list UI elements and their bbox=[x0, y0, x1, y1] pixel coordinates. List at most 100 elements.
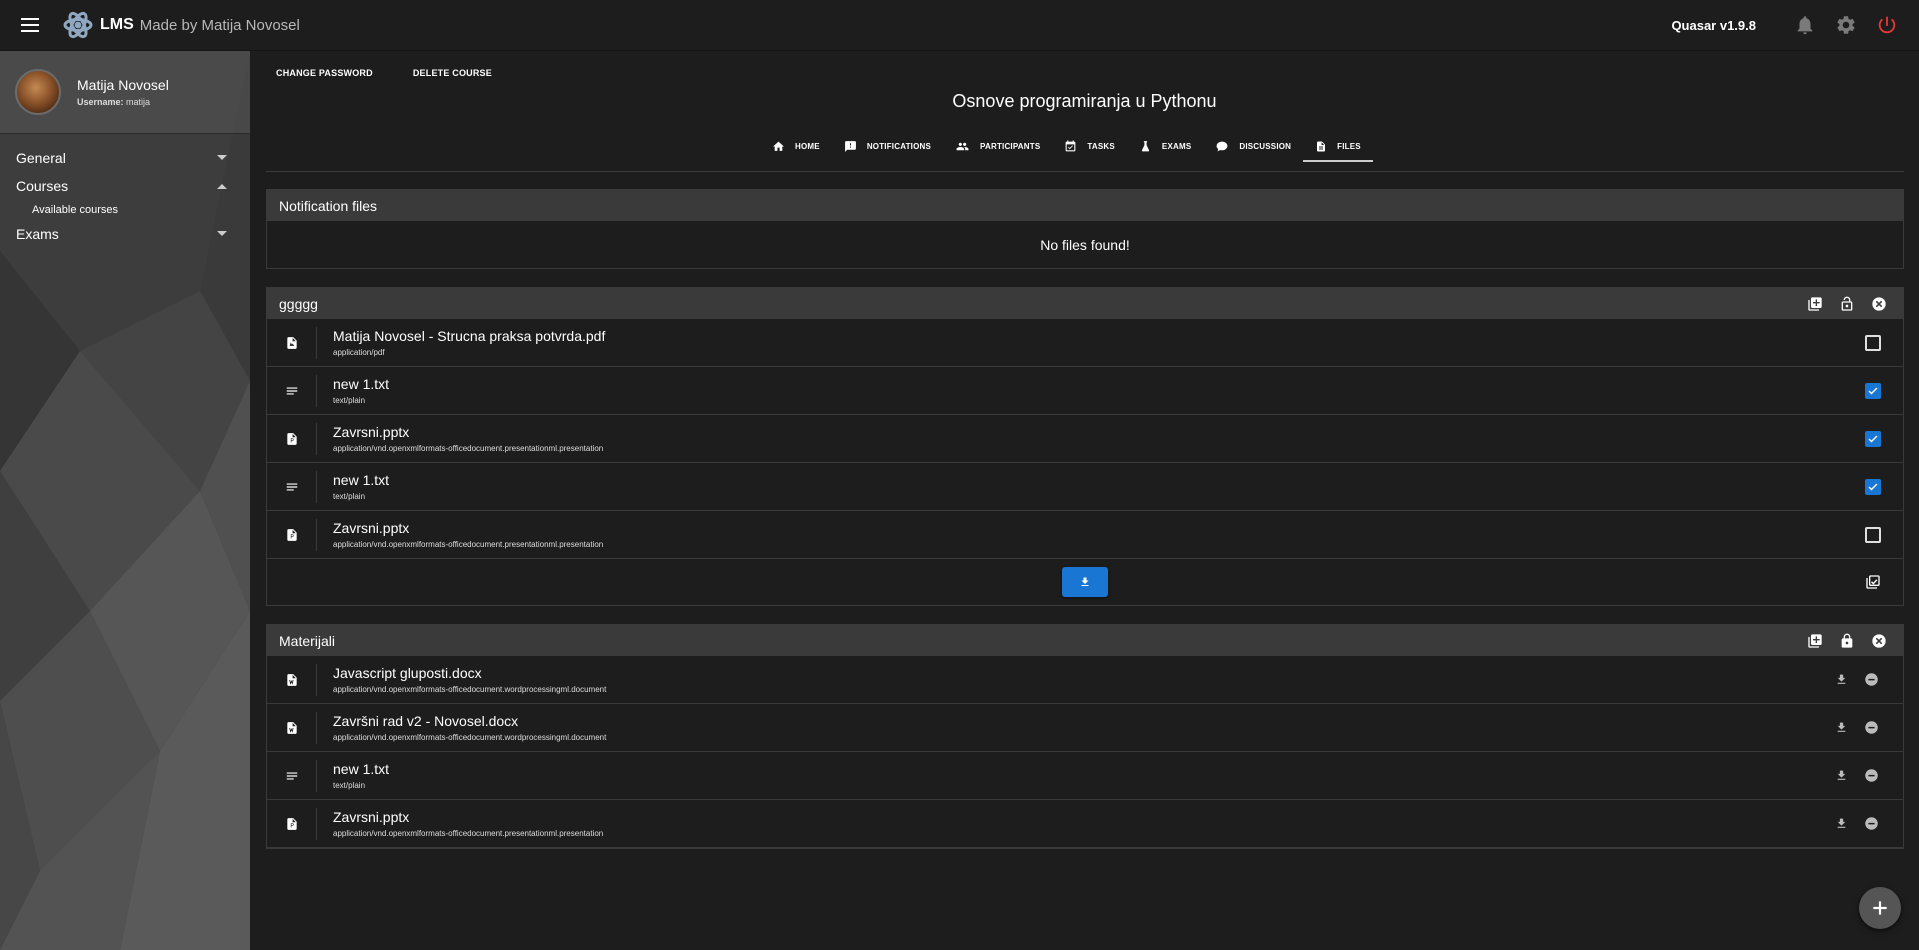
sidebar-item-label: Exams bbox=[16, 226, 59, 242]
plus-icon bbox=[1873, 901, 1887, 915]
flask-icon bbox=[1141, 140, 1149, 151]
caret-up-icon bbox=[217, 184, 227, 189]
people-icon bbox=[956, 142, 969, 150]
username-value: matija bbox=[126, 97, 151, 107]
tab-label: FILES bbox=[1337, 141, 1361, 151]
card-header: Notification files bbox=[267, 190, 1903, 221]
power-icon[interactable] bbox=[1875, 13, 1899, 37]
empty-message: No files found! bbox=[1040, 236, 1130, 253]
tab-label: EXAMS bbox=[1161, 141, 1192, 151]
add-files-icon[interactable] bbox=[1805, 631, 1825, 651]
tab-notifications[interactable]: NOTIFICATIONS bbox=[832, 130, 943, 162]
download-icon[interactable] bbox=[1831, 670, 1851, 690]
home-icon bbox=[773, 141, 784, 151]
sidebar-item-available-courses[interactable]: Available courses bbox=[0, 200, 250, 220]
add-files-icon[interactable] bbox=[1805, 294, 1825, 314]
tab-participants[interactable]: PARTICIPANTS bbox=[943, 130, 1052, 162]
file-mime: text/plain bbox=[333, 492, 366, 501]
file-checkbox[interactable] bbox=[1865, 430, 1881, 447]
text-lines-icon bbox=[286, 772, 297, 779]
download-icon[interactable] bbox=[1831, 814, 1851, 834]
tab-label: TASKS bbox=[1087, 141, 1115, 151]
remove-circle-icon[interactable] bbox=[1861, 718, 1881, 738]
app-title: LMS bbox=[100, 16, 134, 33]
event-available-icon bbox=[1066, 140, 1076, 151]
sidebar-nav: General Courses Available courses Exams bbox=[0, 134, 250, 248]
file-checkbox[interactable] bbox=[1865, 382, 1881, 399]
text-lines-icon bbox=[286, 483, 297, 490]
file-row[interactable]: Zavrsni.pptx application/vnd.openxmlforma… bbox=[267, 415, 1903, 463]
tab-files[interactable]: FILES bbox=[1303, 130, 1373, 162]
file-mime: application/pdf bbox=[333, 348, 385, 357]
file-mime: text/plain bbox=[333, 781, 366, 790]
tab-label: NOTIFICATIONS bbox=[866, 141, 932, 151]
folder-card-materijali: Materijali Javascript gluposti.docx appli… bbox=[266, 624, 1904, 849]
folder-title: Materijali bbox=[279, 632, 336, 649]
file-name: Zavrsni.pptx bbox=[333, 809, 410, 825]
delete-course-button[interactable]: DELETE COURSE bbox=[403, 62, 502, 84]
user-profile: Matija Novosel Username: matija bbox=[0, 51, 250, 134]
file-checkbox[interactable] bbox=[1865, 334, 1881, 351]
tab-discussion[interactable]: DISCUSSION bbox=[1203, 130, 1303, 162]
file-row[interactable]: Javascript gluposti.docx application/vnd.… bbox=[267, 656, 1903, 704]
folder-title: ggggg bbox=[279, 295, 318, 312]
pptx-file-icon bbox=[286, 817, 297, 830]
file-mime: text/plain bbox=[333, 396, 366, 405]
bell-icon[interactable] bbox=[1793, 13, 1817, 37]
pdf-file-icon bbox=[286, 336, 297, 349]
remove-circle-icon[interactable] bbox=[1861, 814, 1881, 834]
file-checkbox[interactable] bbox=[1865, 526, 1881, 543]
sidebar-item-label: Courses bbox=[16, 178, 69, 194]
change-password-button[interactable]: CHANGE PASSWORD bbox=[266, 62, 383, 84]
file-row[interactable]: Zavrsni.pptx application/vnd.openxmlforma… bbox=[267, 511, 1903, 559]
tab-exams[interactable]: EXAMS bbox=[1127, 130, 1203, 162]
tab-home[interactable]: HOME bbox=[760, 130, 832, 162]
menu-icon[interactable] bbox=[15, 10, 45, 40]
lock-open-icon[interactable] bbox=[1837, 294, 1857, 314]
pptx-file-icon bbox=[286, 432, 297, 445]
sidebar-item-exams[interactable]: Exams bbox=[0, 220, 250, 248]
download-icon[interactable] bbox=[1831, 766, 1851, 786]
tab-label: DISCUSSION bbox=[1239, 141, 1292, 151]
remove-circle-icon[interactable] bbox=[1861, 670, 1881, 690]
user-name: Matija Novosel bbox=[77, 77, 169, 93]
check-icon bbox=[1868, 482, 1878, 491]
sidebar-item-general[interactable]: General bbox=[0, 144, 250, 172]
gear-icon[interactable] bbox=[1834, 13, 1858, 37]
close-circle-icon[interactable] bbox=[1869, 631, 1889, 651]
file-name: Završni rad v2 - Novosel.docx bbox=[333, 713, 519, 729]
tab-tasks[interactable]: TASKS bbox=[1052, 130, 1127, 162]
close-circle-icon[interactable] bbox=[1869, 294, 1889, 314]
pptx-file-icon bbox=[286, 528, 297, 541]
file-row[interactable]: Matija Novosel - Strucna praksa potvrda.… bbox=[267, 319, 1903, 367]
file-mime: application/vnd.openxmlformats-officedoc… bbox=[333, 444, 604, 453]
sidebar-item-label: General bbox=[16, 150, 66, 166]
add-folder-fab[interactable] bbox=[1859, 887, 1901, 929]
select-all-icon[interactable] bbox=[1863, 572, 1883, 592]
caret-down-icon bbox=[217, 155, 227, 160]
file-row[interactable]: new 1.txt text/plain bbox=[267, 752, 1903, 800]
file-icon bbox=[1317, 141, 1326, 151]
sidebar-item-courses[interactable]: Courses bbox=[0, 172, 250, 200]
file-name: Matija Novosel - Strucna praksa potvrda.… bbox=[333, 328, 606, 344]
file-row[interactable]: Završni rad v2 - Novosel.docx application… bbox=[267, 704, 1903, 752]
forum-icon bbox=[1216, 141, 1228, 151]
download-icon bbox=[1081, 577, 1089, 586]
docx-file-icon bbox=[286, 673, 297, 686]
feedback-icon bbox=[844, 140, 856, 152]
remove-circle-icon[interactable] bbox=[1861, 766, 1881, 786]
avatar bbox=[15, 69, 61, 115]
card-header: Materijali bbox=[267, 625, 1903, 656]
card-title: Notification files bbox=[279, 197, 378, 214]
file-mime: application/vnd.openxmlformats-officedoc… bbox=[333, 685, 607, 694]
download-selected-button[interactable] bbox=[1062, 567, 1108, 597]
download-icon[interactable] bbox=[1831, 718, 1851, 738]
file-row[interactable]: new 1.txt text/plain bbox=[267, 367, 1903, 415]
course-tabs: HOME NOTIFICATIONS PARTICIPANTS TASKS EX… bbox=[760, 130, 1373, 162]
file-row[interactable]: Zavrsni.pptx application/vnd.openxmlforma… bbox=[267, 800, 1903, 848]
file-row[interactable]: new 1.txt text/plain bbox=[267, 463, 1903, 511]
lock-icon[interactable] bbox=[1837, 631, 1857, 651]
file-checkbox[interactable] bbox=[1865, 478, 1881, 495]
caret-down-icon bbox=[217, 231, 227, 236]
folder-card-ggggg: ggggg Matija Novosel - Strucna praksa po… bbox=[266, 287, 1904, 606]
